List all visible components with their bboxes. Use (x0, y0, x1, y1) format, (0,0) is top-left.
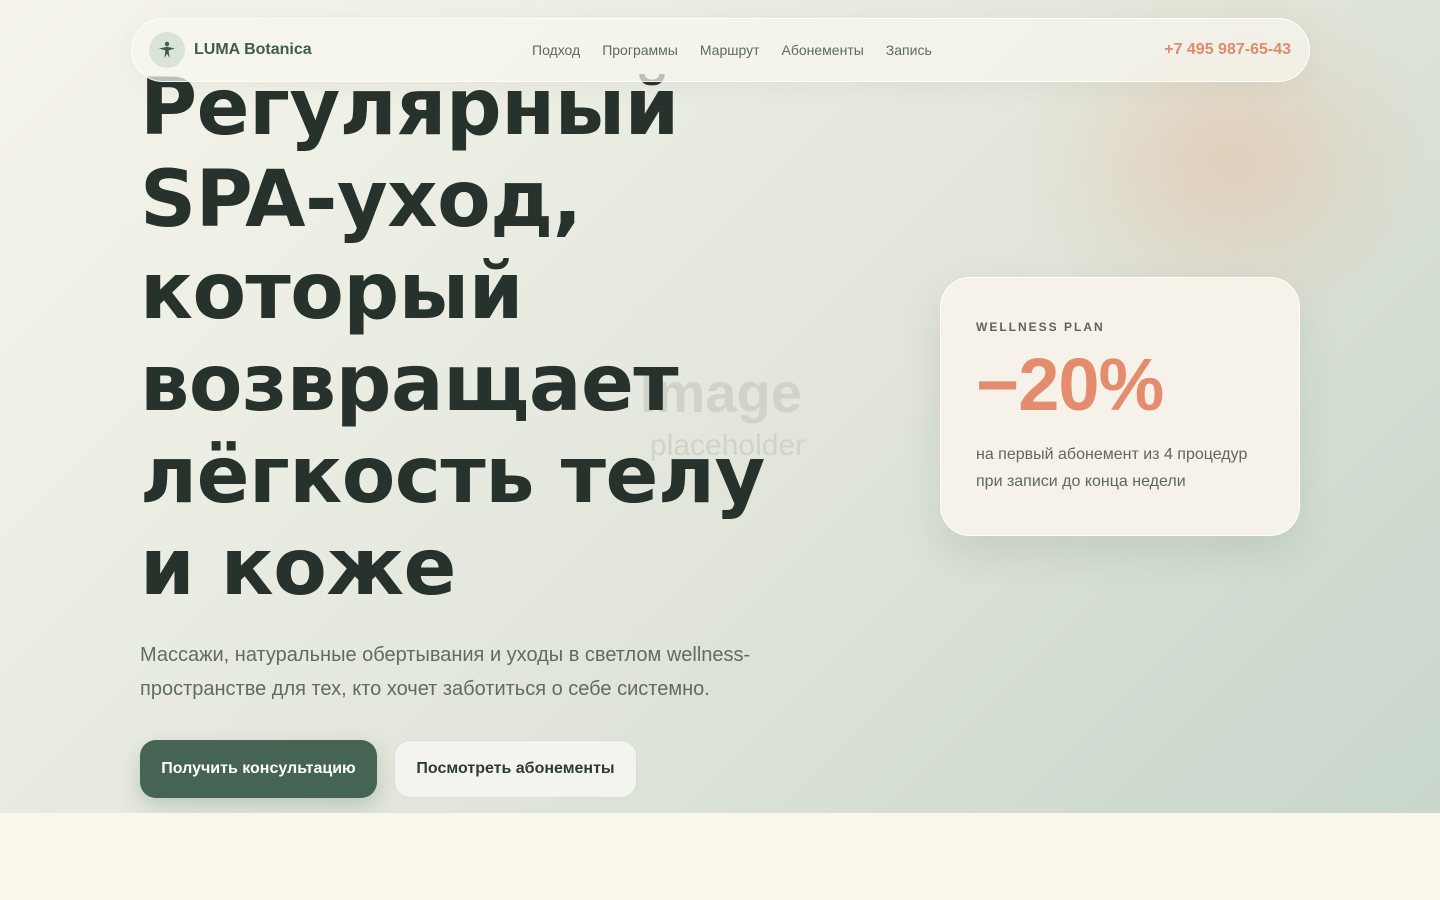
hero-subtitle: Массажи, натуральные обертывания и уходы… (140, 644, 751, 700)
nav-link-programs[interactable]: Программы (602, 39, 678, 61)
nav-link-subscriptions[interactable]: Абонементы (782, 39, 864, 61)
promo-discount-value: −20% (976, 343, 1164, 426)
headline-line: лёгкость телу (140, 431, 765, 521)
headline-line: который (140, 247, 523, 337)
nav-link-route[interactable]: Маршрут (700, 39, 760, 61)
view-subscriptions-button[interactable]: Посмотреть абонементы (394, 740, 637, 798)
brand-name[interactable]: LUMA Botanica (194, 39, 312, 61)
next-section-background (0, 813, 1440, 900)
hero-section: Image placeholder Регулярный SPA-уход, к… (0, 0, 1440, 813)
leaf-person-icon[interactable] (149, 32, 185, 68)
get-consultation-button[interactable]: Получить консультацию (140, 740, 377, 798)
nav-link-booking[interactable]: Запись (886, 39, 932, 61)
nav-links: Подход Программы Маршрут Абонементы Запи… (532, 39, 932, 61)
promo-card: WELLNESS PLAN −20% на первый абонемент и… (940, 277, 1300, 536)
top-navbar: LUMA Botanica Подход Программы Маршрут А… (131, 18, 1310, 82)
promo-kicker: WELLNESS PLAN (976, 320, 1105, 334)
headline-line: SPA-уход, (140, 155, 582, 245)
promo-description: на первый абонемент из 4 процедур при за… (976, 446, 1248, 490)
headline-line: и коже (140, 523, 456, 613)
phone-link[interactable]: +7 495 987-65-43 (1164, 39, 1291, 61)
nav-link-approach[interactable]: Подход (532, 39, 580, 61)
headline-line: возвращает (140, 339, 679, 429)
hero-headline: Регулярный SPA-уход, который возвращает … (140, 62, 860, 614)
